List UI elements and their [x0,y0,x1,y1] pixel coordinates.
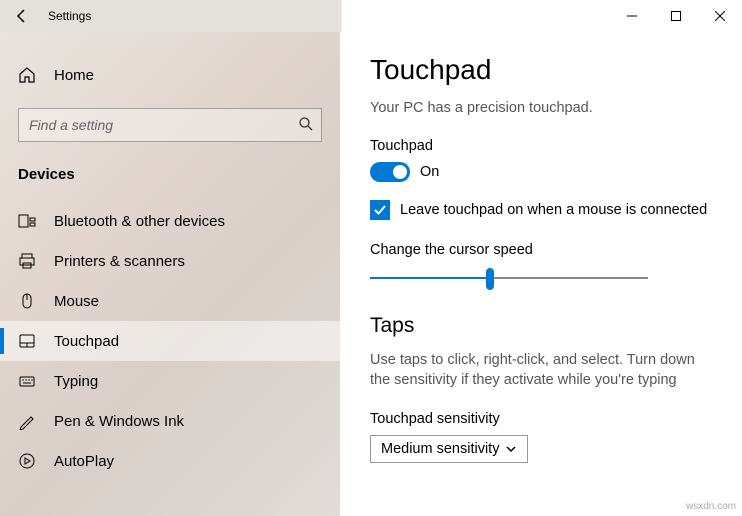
maximize-icon [671,11,681,21]
home-label: Home [54,67,94,84]
nav-label: Printers & scanners [54,253,185,270]
close-button[interactable] [698,0,742,32]
nav-label: Touchpad [54,333,119,350]
dropdown-value: Medium sensitivity [381,441,499,457]
taps-header: Taps [370,314,712,338]
titlebar: Settings [0,0,742,32]
minimize-icon [627,11,637,21]
back-button[interactable] [0,0,44,32]
minimize-button[interactable] [610,0,654,32]
sensitivity-label: Touchpad sensitivity [370,411,712,427]
back-arrow-icon [14,8,30,24]
keyboard-icon [18,372,36,390]
close-icon [715,11,725,21]
cursor-speed-label: Change the cursor speed [370,242,712,258]
slider-thumb [486,268,494,290]
sidebar-item-touchpad[interactable]: Touchpad [0,321,340,361]
toggle-state-label: On [420,164,439,180]
section-label: Devices [0,166,340,201]
taps-description: Use taps to click, right-click, and sele… [370,350,712,391]
touchpad-icon [18,332,36,350]
touchpad-toggle[interactable] [370,162,410,182]
cursor-speed-slider[interactable] [370,266,648,292]
checkbox-row: Leave touchpad on when a mouse is connec… [370,200,712,220]
window-controls [610,0,742,32]
bluetooth-icon [18,212,36,230]
maximize-button[interactable] [654,0,698,32]
home-icon [18,66,36,84]
sidebar: Home Devices Bluetooth & other devices P… [0,32,340,516]
checkmark-icon [373,203,387,217]
page-title: Touchpad [370,54,712,86]
checkbox-label: Leave touchpad on when a mouse is connec… [400,202,707,218]
sidebar-item-autoplay[interactable]: AutoPlay [0,441,340,481]
watermark: wsxdn.com [686,501,736,512]
touchpad-toggle-label: Touchpad [370,138,712,154]
sidebar-item-typing[interactable]: Typing [0,361,340,401]
toggle-row: On [370,162,712,182]
search-icon [298,116,314,132]
sidebar-item-printers[interactable]: Printers & scanners [0,241,340,281]
chevron-down-icon [505,443,517,455]
autoplay-icon [18,452,36,470]
leave-on-checkbox[interactable] [370,200,390,220]
nav-label: Typing [54,373,98,390]
nav-label: AutoPlay [54,453,114,470]
sidebar-item-bluetooth[interactable]: Bluetooth & other devices [0,201,340,241]
mouse-icon [18,292,36,310]
slider-fill [370,277,490,279]
sidebar-item-pen[interactable]: Pen & Windows Ink [0,401,340,441]
pen-icon [18,412,36,430]
sidebar-item-mouse[interactable]: Mouse [0,281,340,321]
app-title: Settings [48,9,91,23]
printer-icon [18,252,36,270]
nav-label: Mouse [54,293,99,310]
nav-label: Bluetooth & other devices [54,213,225,230]
content: Touchpad Your PC has a precision touchpa… [340,32,742,516]
sensitivity-dropdown[interactable]: Medium sensitivity [370,435,528,463]
home-button[interactable]: Home [0,56,340,94]
search-input[interactable] [18,108,322,142]
nav-label: Pen & Windows Ink [54,413,184,430]
precision-text: Your PC has a precision touchpad. [370,100,712,116]
search-wrap [18,108,322,142]
